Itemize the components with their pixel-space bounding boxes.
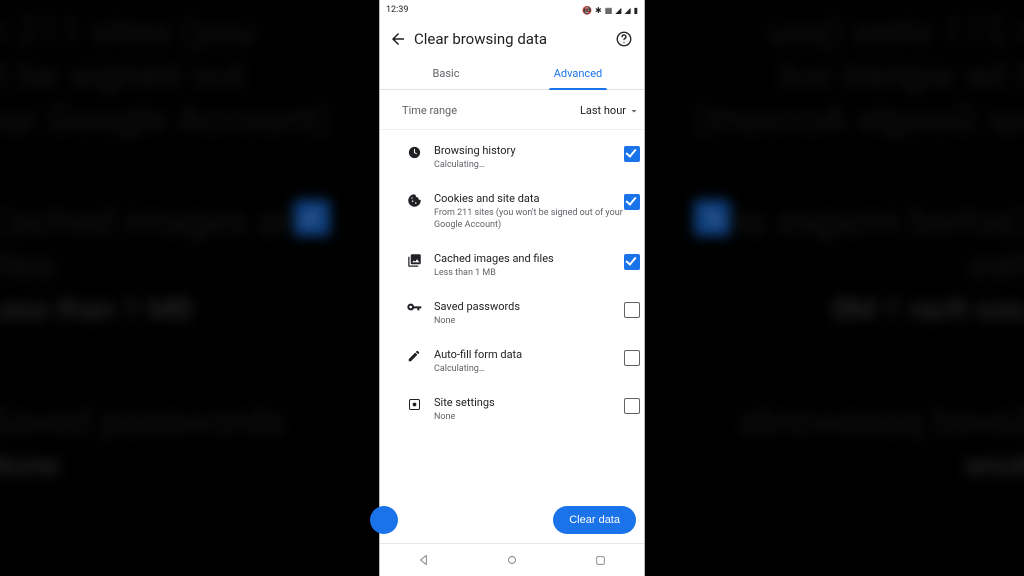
tabs: Basic Advanced [380, 59, 644, 90]
nav-back-icon[interactable] [417, 553, 431, 567]
item-title: Browsing history [434, 144, 624, 158]
clock-icon [400, 144, 428, 160]
time-range-value: Last hour [580, 104, 626, 117]
clear-data-button[interactable]: Clear data [553, 506, 636, 534]
item-title: Cookies and site data [434, 192, 624, 206]
item-checkbox[interactable] [624, 194, 642, 210]
status-bar: 12:39 📵✱▦◢◢▮ [380, 0, 644, 19]
item-subtitle: From 211 sites (you won't be signed out … [434, 208, 624, 231]
item-subtitle: None [434, 316, 624, 328]
nav-home-icon[interactable] [505, 553, 519, 567]
settings-app-icon [400, 396, 428, 412]
item-title: Saved passwords [434, 300, 624, 314]
time-range-selector[interactable]: Time range Last hour [380, 90, 644, 130]
item-checkbox[interactable] [624, 146, 642, 162]
tab-advanced[interactable]: Advanced [512, 59, 644, 89]
images-icon [400, 252, 428, 268]
list-item[interactable]: Cookies and site data From 211 sites (you… [380, 182, 644, 242]
status-indicators: 📵✱▦◢◢▮ [582, 6, 638, 15]
item-checkbox[interactable] [624, 254, 642, 270]
list-item[interactable]: Browsing history Calculating… [380, 134, 644, 182]
partial-fab[interactable] [370, 506, 398, 534]
data-type-list: Browsing history Calculating… Cookies and … [380, 130, 644, 434]
list-item[interactable]: Cached images and files Less than 1 MB [380, 242, 644, 290]
item-subtitle: Calculating… [434, 160, 624, 172]
item-subtitle: Less than 1 MB [434, 268, 624, 280]
item-subtitle: Calculating… [434, 364, 624, 376]
chevron-down-icon [628, 105, 640, 117]
item-checkbox[interactable] [624, 350, 642, 366]
item-checkbox[interactable] [624, 302, 642, 318]
item-checkbox[interactable] [624, 398, 642, 414]
item-title: Cached images and files [434, 252, 624, 266]
list-item[interactable]: Auto-fill form data Calculating… [380, 338, 644, 386]
system-nav-bar [380, 543, 644, 576]
page-title: Clear browsing data [414, 30, 612, 48]
app-bar: Clear browsing data [380, 19, 644, 59]
phone-frame: 12:39 📵✱▦◢◢▮ Clear browsing data Basic A… [380, 0, 644, 576]
cookie-icon [400, 192, 428, 208]
item-subtitle: None [434, 412, 624, 424]
edit-icon [400, 348, 428, 363]
list-item[interactable]: Site settings None [380, 386, 644, 434]
key-icon [400, 300, 428, 317]
item-title: Auto-fill form data [434, 348, 624, 362]
nav-recent-icon[interactable] [594, 554, 607, 567]
list-item[interactable]: Saved passwords None [380, 290, 644, 338]
time-range-label: Time range [402, 104, 457, 117]
help-button[interactable] [612, 27, 636, 51]
back-button[interactable] [384, 25, 412, 53]
tab-basic[interactable]: Basic [380, 59, 512, 89]
status-time: 12:39 [386, 5, 408, 15]
item-title: Site settings [434, 396, 624, 410]
